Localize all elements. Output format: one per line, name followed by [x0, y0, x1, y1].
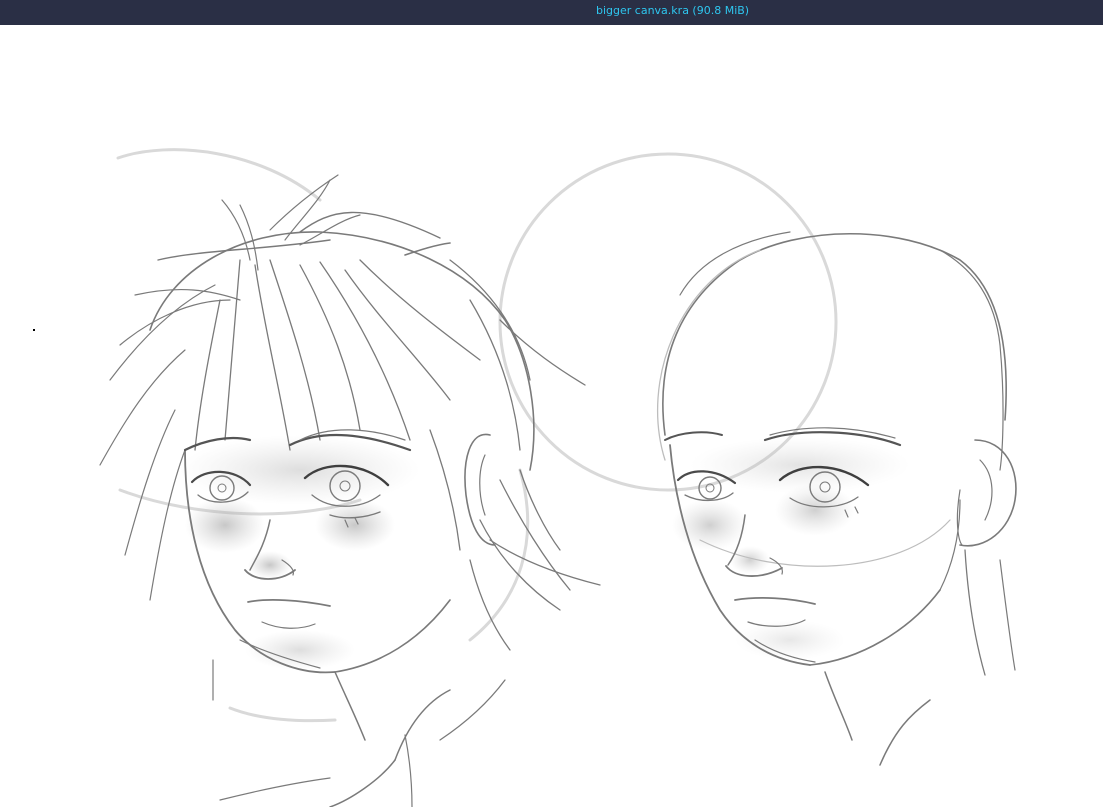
- sketch-artwork: [99, 148, 1017, 807]
- drawing-canvas[interactable]: [0, 25, 1103, 807]
- document-title: bigger canva.kra (90.8 MiB): [596, 4, 750, 17]
- window-titlebar[interactable]: bigger canva.kra (90.8 MiB): [0, 0, 1103, 25]
